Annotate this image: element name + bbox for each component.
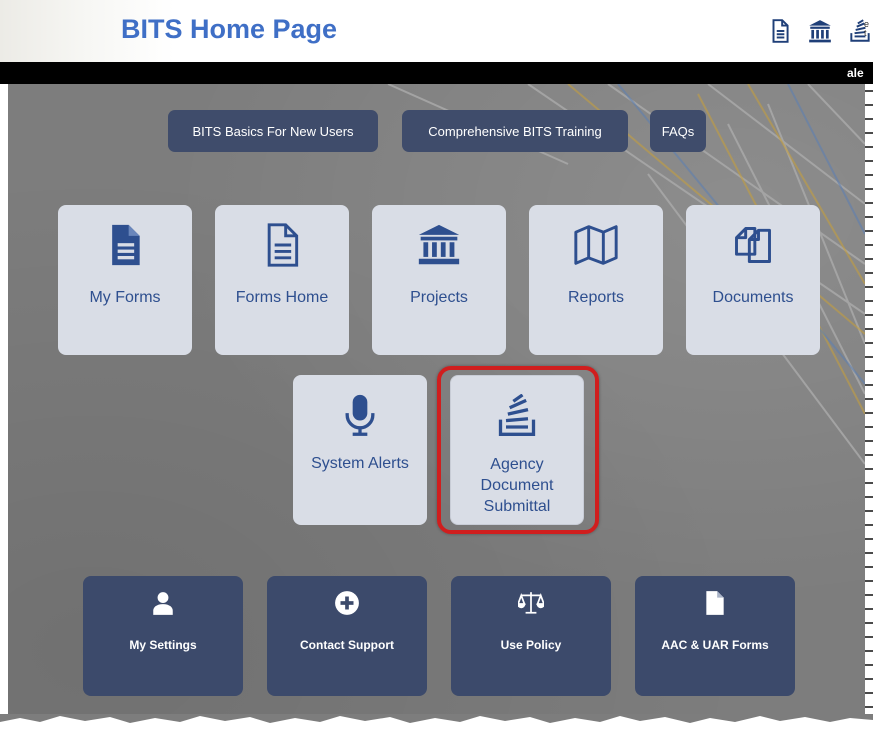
- left-margin: [0, 84, 8, 714]
- file-outline-icon: [260, 223, 304, 267]
- tile-label: Contact Support: [300, 638, 394, 652]
- file-icon: [702, 590, 728, 616]
- tile-label: Use Policy: [500, 638, 562, 652]
- tile-label: Projects: [410, 289, 468, 306]
- user-bar: ale: [0, 62, 873, 84]
- tile-my-settings[interactable]: My Settings: [83, 576, 243, 696]
- tile-contact-support[interactable]: Contact Support: [267, 576, 427, 696]
- tile-projects[interactable]: Projects: [372, 205, 506, 355]
- torn-edge: [0, 714, 873, 736]
- bank-icon[interactable]: [807, 18, 833, 44]
- link-faqs[interactable]: FAQs: [650, 110, 706, 152]
- document-icon[interactable]: [767, 18, 793, 44]
- tile-label: Forms Home: [235, 289, 329, 306]
- right-margin: [865, 84, 873, 714]
- file-solid-icon: [103, 223, 147, 267]
- app-header: BITS Home Page e t: [0, 0, 873, 63]
- plus-circle-icon: [334, 590, 360, 616]
- tile-label: System Alerts: [311, 455, 409, 472]
- tile-documents[interactable]: Documents: [686, 205, 820, 355]
- tile-use-policy[interactable]: Use Policy: [451, 576, 611, 696]
- highlight-outline: [437, 366, 599, 534]
- tile-label: My Settings: [129, 638, 197, 652]
- tile-forms-home[interactable]: Forms Home: [215, 205, 349, 355]
- tile-label: My Forms: [89, 289, 161, 306]
- tile-label: Reports: [567, 289, 625, 306]
- copy-documents-icon: [731, 223, 775, 267]
- link-bits-basics[interactable]: BITS Basics For New Users: [168, 110, 378, 152]
- tile-reports[interactable]: Reports: [529, 205, 663, 355]
- user-icon: [150, 590, 176, 616]
- tile-system-alerts[interactable]: System Alerts: [293, 375, 427, 525]
- bank-icon: [417, 223, 461, 267]
- page-title: BITS Home Page: [121, 14, 338, 44]
- map-icon: [574, 223, 618, 267]
- tile-aac-uar-forms[interactable]: AAC & UAR Forms: [635, 576, 795, 696]
- header-icon-bar: e t: [767, 18, 873, 44]
- tile-my-forms[interactable]: My Forms: [58, 205, 192, 355]
- tile-label: AAC & UAR Forms: [661, 638, 769, 652]
- balance-scale-icon: [518, 590, 544, 616]
- username[interactable]: ale: [847, 66, 873, 80]
- link-comprehensive-training[interactable]: Comprehensive BITS Training: [402, 110, 628, 152]
- tile-label: Documents: [712, 289, 794, 306]
- header-corner-text: e t: [864, 20, 870, 38]
- microphone-icon: [338, 393, 382, 437]
